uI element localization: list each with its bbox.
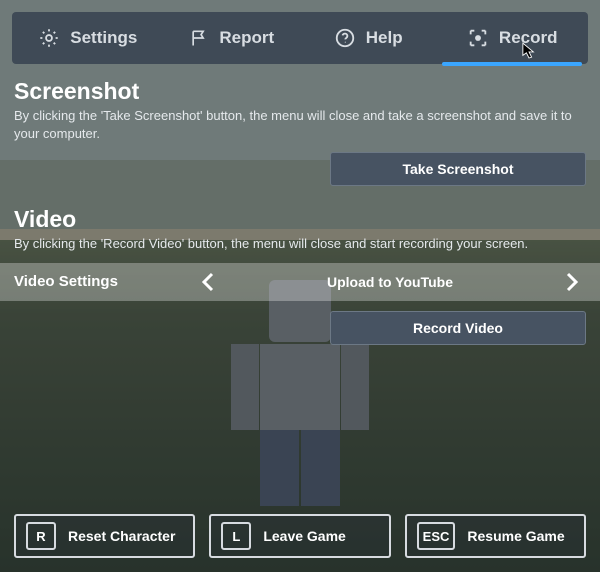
resume-game-button[interactable]: ESC Resume Game [405,514,586,558]
tab-report[interactable]: Report [164,12,300,64]
chevron-left-icon [201,272,215,292]
help-icon [334,27,356,49]
take-screenshot-button[interactable]: Take Screenshot [330,152,586,186]
tab-label: Record [499,28,558,48]
video-title: Video [14,206,586,233]
content-area: Screenshot By clicking the 'Take Screens… [0,64,600,504]
tab-settings[interactable]: Settings [12,12,164,64]
menu-overlay: Settings Report Help [0,0,600,572]
reset-character-button[interactable]: R Reset Character [14,514,195,558]
gear-icon [38,27,60,49]
record-video-button[interactable]: Record Video [330,311,586,345]
key-hint: L [221,522,251,550]
chevron-right-icon [565,272,579,292]
tab-record[interactable]: Record [436,12,588,64]
screenshot-description: By clicking the 'Take Screenshot' button… [14,107,586,142]
flag-icon [189,27,209,49]
screenshot-title: Screenshot [14,78,586,105]
button-label: Reset Character [68,528,175,544]
video-section: Video By clicking the 'Record Video' but… [14,206,586,345]
key-hint: ESC [417,522,456,550]
key-hint: R [26,522,56,550]
screenshot-section: Screenshot By clicking the 'Take Screens… [14,78,586,186]
video-description: By clicking the 'Record Video' button, t… [14,235,586,253]
leave-game-button[interactable]: L Leave Game [209,514,390,558]
video-settings-label: Video Settings [14,273,194,290]
video-settings-row: Video Settings Upload to YouTube [0,263,600,301]
stepper-prev[interactable] [194,272,222,292]
record-icon [467,27,489,49]
tab-label: Settings [70,28,137,48]
tab-help[interactable]: Help [300,12,436,64]
footer-bar: R Reset Character L Leave Game ESC Resum… [0,504,600,572]
button-label: Resume Game [467,528,564,544]
video-settings-value: Upload to YouTube [222,274,558,290]
tab-bar: Settings Report Help [12,12,588,64]
video-settings-stepper: Upload to YouTube [194,272,586,292]
tab-label: Report [219,28,274,48]
stepper-next[interactable] [558,272,586,292]
tab-label: Help [366,28,403,48]
button-label: Leave Game [263,528,346,544]
